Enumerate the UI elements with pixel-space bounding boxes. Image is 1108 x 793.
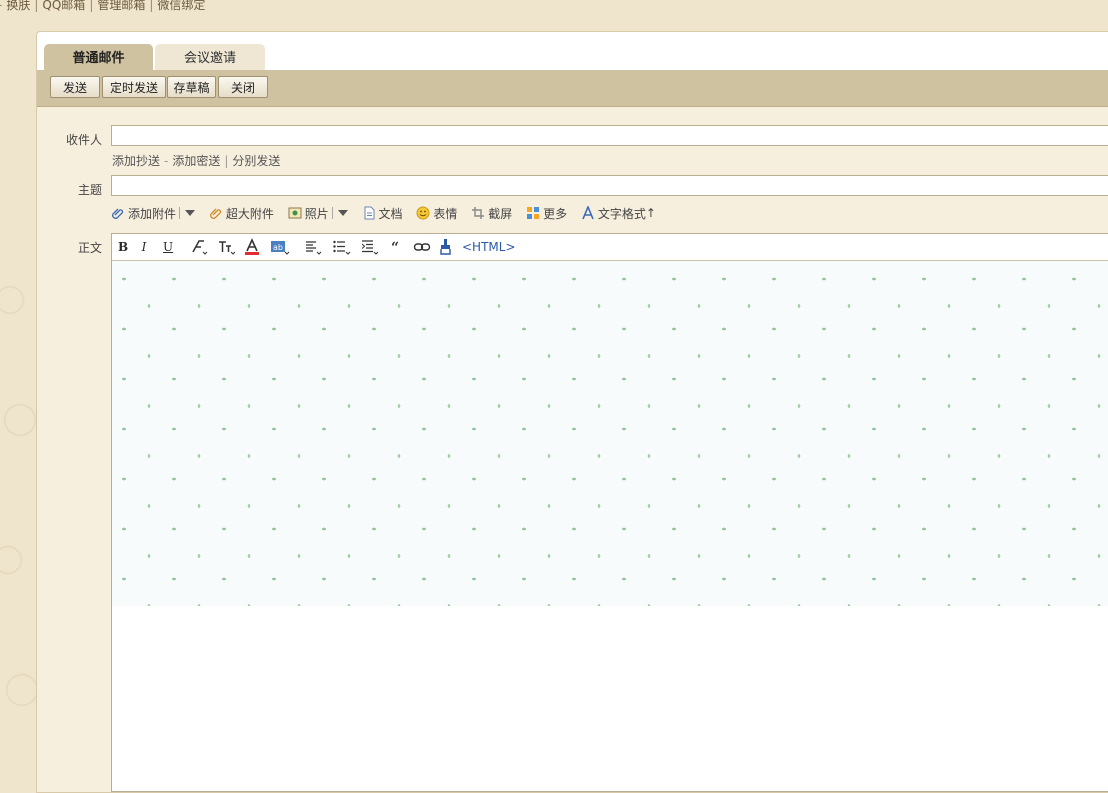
top-links: -换肤|QQ邮箱|管理邮箱|微信绑定 (0, 0, 205, 12)
quote-icon[interactable]: “ (390, 238, 404, 256)
add-bcc-link[interactable]: 添加密送 (172, 154, 220, 168)
emoji-label: 表情 (433, 206, 458, 221)
chevron-down-icon[interactable] (337, 210, 348, 216)
tab-meeting-invite[interactable]: 会议邀请 (155, 44, 265, 70)
text-format-button[interactable]: 文字格式 ↑ (581, 202, 656, 224)
bold-button[interactable]: B (118, 238, 128, 256)
more-label: 更多 (543, 206, 568, 221)
scissors-icon (472, 207, 485, 219)
editor-body-stationery[interactable] (112, 261, 1108, 606)
document-label: 文档 (378, 206, 403, 221)
svg-text:“: “ (391, 240, 399, 256)
indent-icon[interactable] (360, 238, 380, 256)
align-icon[interactable] (304, 238, 324, 256)
link-icon[interactable] (413, 238, 431, 256)
compose-tabs: 普通邮件 会议邀请 (37, 32, 1108, 70)
subject-label: 主题 (77, 183, 102, 197)
wechat-bind-link[interactable]: 微信绑定 (157, 0, 205, 12)
more-button[interactable]: 更多 (526, 202, 567, 224)
photo-label: 照片 (304, 206, 329, 221)
photo-icon (288, 207, 302, 219)
text-color-icon[interactable] (243, 238, 261, 256)
recipient-label: 收件人 (65, 133, 102, 147)
compose-toolbar: 发送 定时发送 存草稿 关闭 (37, 70, 1108, 107)
emoji-button[interactable]: 表情 (416, 202, 457, 224)
save-draft-button[interactable]: 存草稿 (167, 76, 216, 98)
grid-icon (527, 207, 540, 219)
editor-body-blank[interactable] (112, 606, 1108, 791)
tab-normal-mail[interactable]: 普通邮件 (44, 44, 153, 70)
format-brush-icon[interactable] (439, 238, 453, 256)
scheduled-send-button[interactable]: 定时发送 (102, 76, 166, 98)
large-attachment-label: 超大附件 (225, 206, 274, 221)
html-mode-button[interactable]: <HTML> (462, 238, 516, 256)
document-button[interactable]: 文档 (362, 202, 403, 224)
recipient-options: 添加抄送 - 添加密送 | 分别发送 (112, 154, 281, 168)
send-button[interactable]: 发送 (50, 76, 100, 98)
attachment-bar: 添加附件 超大附件 照片 文档 表情 截屏 更多 文字格式 ↑ (111, 202, 666, 224)
font-size-icon[interactable] (218, 238, 236, 256)
text-format-icon (582, 206, 594, 220)
text-format-label: 文字格式 (597, 206, 646, 221)
document-icon (364, 206, 375, 220)
body-editor: B I U ab “ <HTML> (111, 233, 1108, 792)
screenshot-button[interactable]: 截屏 (471, 202, 512, 224)
underline-button[interactable]: U (163, 238, 173, 256)
manage-mail-link[interactable]: 管理邮箱 (97, 0, 145, 12)
recipient-input[interactable] (111, 125, 1108, 146)
font-icon[interactable] (190, 238, 208, 256)
add-cc-link[interactable]: 添加抄送 (112, 154, 160, 168)
photo-button[interactable]: 照片 (288, 202, 348, 224)
separate-send-link[interactable]: 分别发送 (232, 154, 280, 168)
close-button[interactable]: 关闭 (218, 76, 268, 98)
large-attachment-button[interactable]: 超大附件 (209, 202, 274, 224)
body-label: 正文 (77, 241, 102, 255)
paperclip-icon (112, 208, 124, 219)
qq-mail-link[interactable]: QQ邮箱 (42, 0, 85, 12)
add-attachment-button[interactable]: 添加附件 (111, 202, 196, 224)
paperclip-icon (209, 208, 222, 219)
list-icon[interactable] (332, 238, 352, 256)
text-format-arrow: ↑ (645, 206, 656, 220)
compose-panel: 普通邮件 会议邀请 发送 定时发送 存草稿 关闭 收件人 添加抄送 - 添加密送 | 分… (36, 31, 1108, 793)
subject-input[interactable] (111, 175, 1108, 196)
smiley-icon (416, 206, 430, 220)
skin-link[interactable]: 换肤 (6, 0, 30, 12)
svg-text:ab: ab (273, 243, 283, 252)
format-toolbar: B I U ab “ <HTML> (112, 234, 1108, 261)
italic-button[interactable]: I (139, 238, 149, 256)
background-color-icon[interactable]: ab (270, 238, 290, 256)
chevron-down-icon[interactable] (185, 210, 196, 216)
add-attachment-label: 添加附件 (128, 206, 177, 221)
screenshot-label: 截屏 (488, 206, 513, 221)
